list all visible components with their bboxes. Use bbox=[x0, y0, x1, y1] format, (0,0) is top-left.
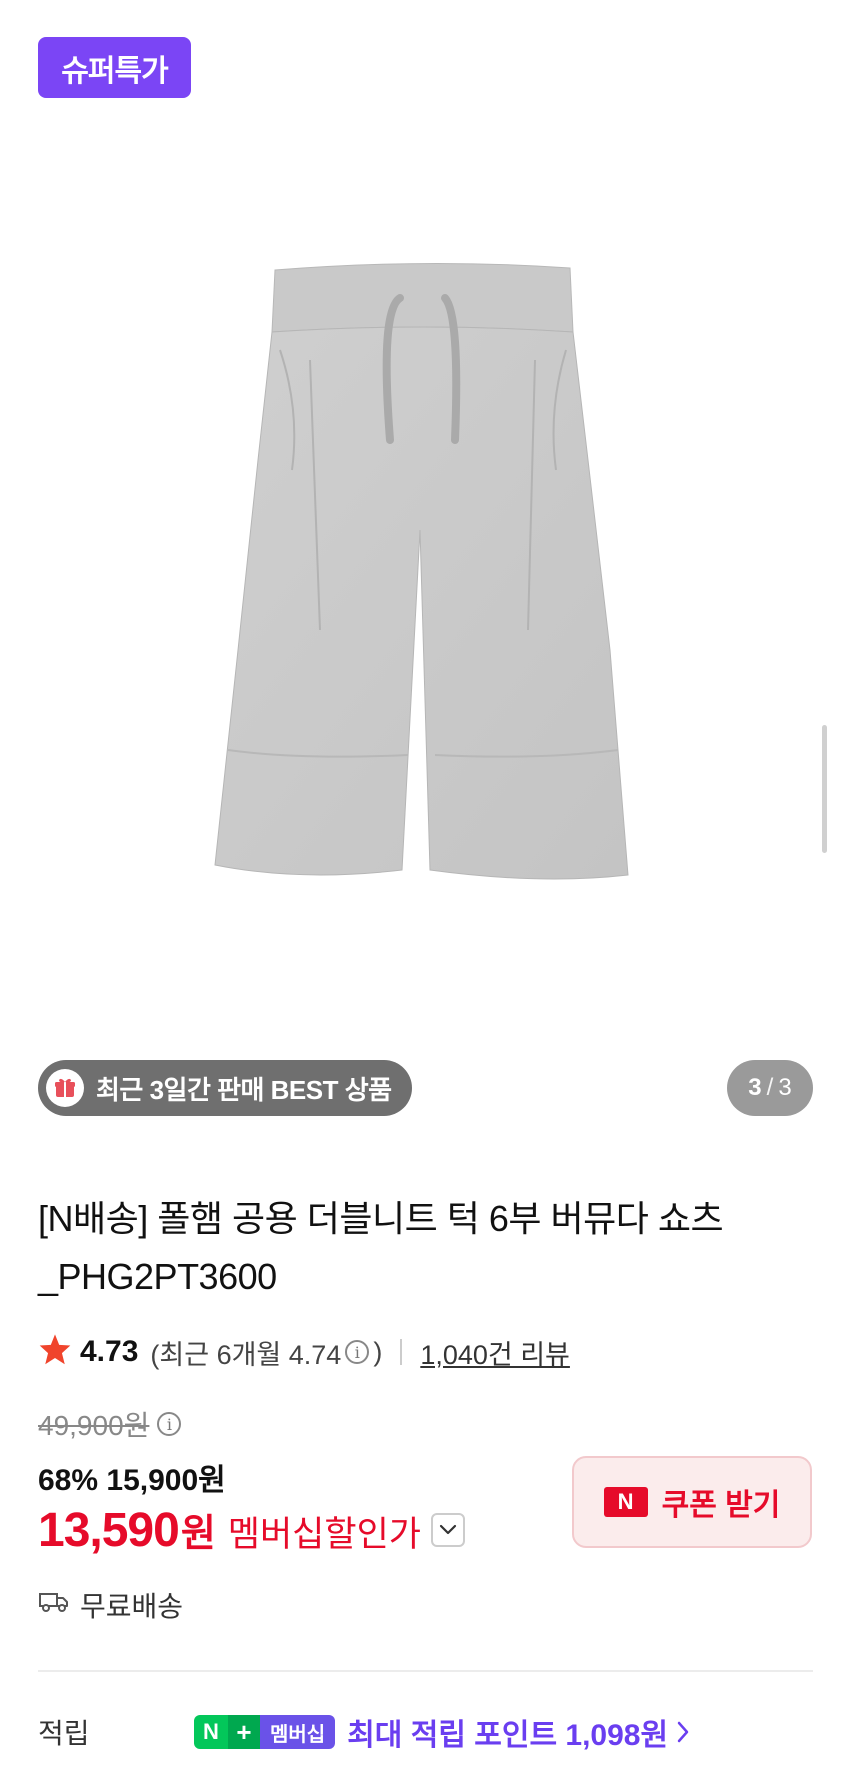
member-price: 13,590 원 멤버십할인가 bbox=[38, 1502, 465, 1558]
chevron-right-icon[interactable] bbox=[676, 1720, 690, 1744]
naver-logo-icon: N bbox=[603, 1487, 648, 1517]
info-icon[interactable]: i bbox=[157, 1412, 182, 1436]
gift-icon bbox=[46, 1069, 84, 1107]
super-deal-badge: 슈퍼특가 bbox=[38, 37, 191, 98]
best-seller-badge: 최근 3일간 판매 BEST 상품 bbox=[38, 1060, 412, 1116]
coupon-button-label: 쿠폰 받기 bbox=[661, 1489, 781, 1522]
product-title: [N배송] 폴햄 공용 더블니트 턱 6부 버뮤다 쇼츠 _PHG2PT3600 bbox=[38, 1198, 724, 1297]
product-image[interactable] bbox=[0, 110, 850, 1070]
image-counter-separator: / bbox=[766, 1074, 774, 1101]
plus-icon: + bbox=[228, 1715, 260, 1749]
info-icon[interactable]: i bbox=[345, 1340, 370, 1364]
recent-rating: (최근 6개월 4.74 i ) bbox=[150, 1333, 382, 1372]
original-price-value: 49,900원 bbox=[38, 1410, 150, 1441]
star-icon bbox=[38, 1333, 72, 1372]
truck-icon bbox=[38, 1589, 70, 1621]
member-price-label: 멤버십할인가 bbox=[227, 1515, 421, 1554]
points-label: 적립 bbox=[38, 1718, 90, 1749]
chevron-down-icon[interactable] bbox=[430, 1513, 465, 1547]
rating-row: 4.73 (최근 6개월 4.74 i ) 1,040건 리뷰 bbox=[38, 1332, 570, 1372]
image-counter-total: 3 bbox=[778, 1074, 792, 1101]
best-seller-label: 최근 3일간 판매 BEST 상품 bbox=[96, 1074, 392, 1105]
points-row[interactable]: 적립 N + 멤버십 최대 적립 포인트 1,098원 bbox=[38, 1710, 813, 1754]
scrollbar-thumb[interactable] bbox=[822, 725, 827, 853]
original-price: 49,900원 i bbox=[38, 1404, 185, 1444]
shipping-label: 무료배송 bbox=[80, 1591, 184, 1622]
recent-rating-close: ) bbox=[373, 1336, 383, 1367]
max-points-text: 최대 적립 포인트 1,098원 bbox=[347, 1719, 669, 1752]
image-counter: 3 / 3 bbox=[727, 1060, 813, 1116]
coupon-button[interactable]: N 쿠폰 받기 bbox=[572, 1456, 812, 1548]
image-counter-current: 3 bbox=[748, 1074, 762, 1101]
member-price-unit: 원 bbox=[180, 1513, 216, 1555]
review-count-link[interactable]: 1,040건 리뷰 bbox=[420, 1333, 570, 1372]
sale-price: 68% 15,900원 bbox=[38, 1464, 226, 1497]
membership-badge-label: 멤버십 bbox=[260, 1715, 336, 1749]
recent-rating-text: (최근 6개월 4.74 bbox=[150, 1339, 342, 1370]
member-price-amount: 13,590 bbox=[38, 1504, 180, 1557]
rating-score: 4.73 bbox=[80, 1335, 139, 1368]
naver-n-icon: N bbox=[194, 1715, 228, 1749]
shipping-info: 무료배송 bbox=[38, 1585, 183, 1625]
divider bbox=[400, 1339, 403, 1365]
naver-plus-membership-badge: N + 멤버십 bbox=[194, 1715, 336, 1749]
divider bbox=[38, 1670, 813, 1672]
